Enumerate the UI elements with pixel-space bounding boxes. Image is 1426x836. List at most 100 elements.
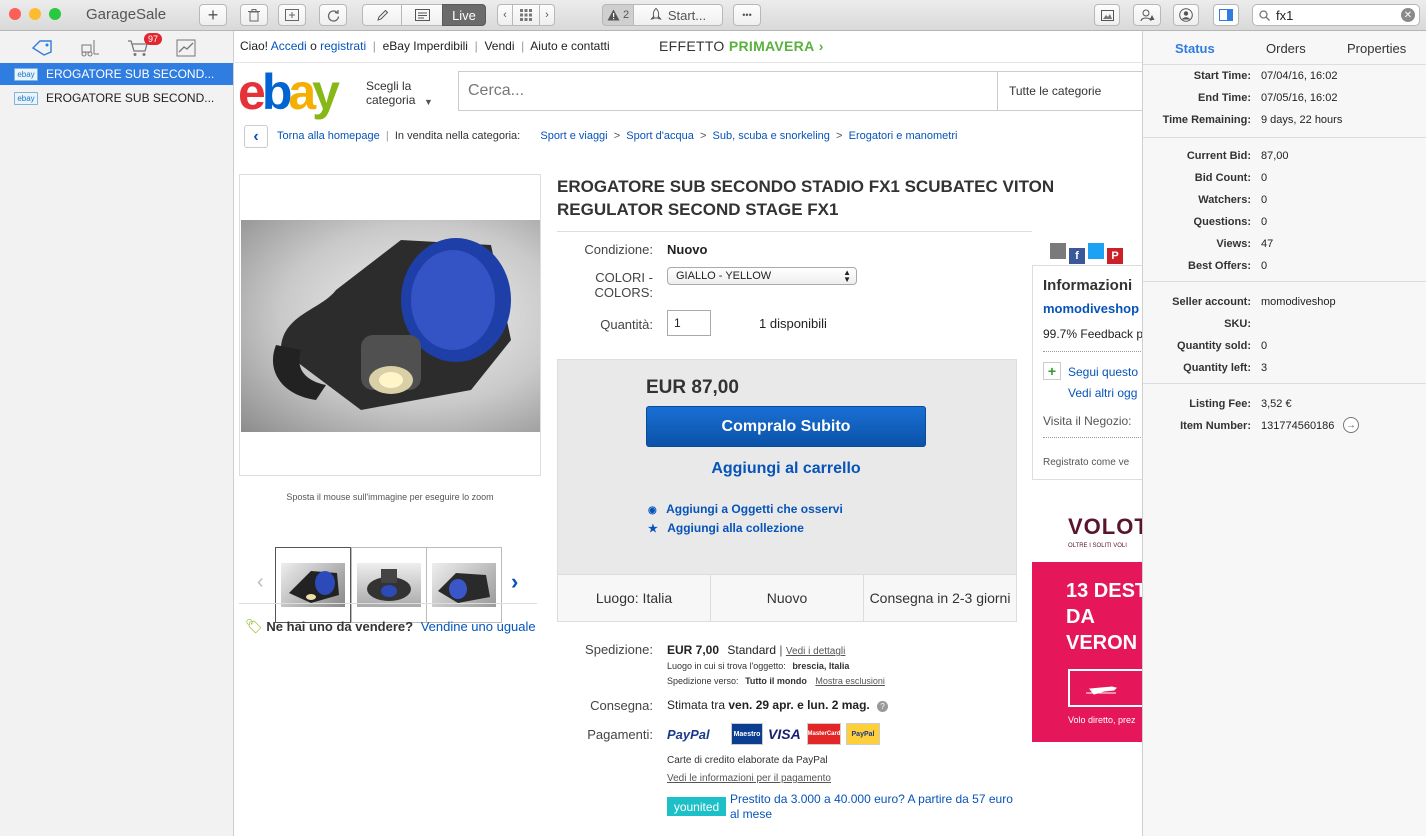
image-thumbnail[interactable] <box>426 547 502 623</box>
seller-info-box: Informazioni momodiveshop 99.7% Feedback… <box>1032 265 1142 480</box>
volotea-ad[interactable]: VOLOTE OLTRE I SOLITI VOLI 13 DESTI DA V… <box>1032 492 1142 742</box>
search-icon <box>1259 9 1270 21</box>
status-label: Seller account: <box>1172 296 1251 308</box>
preview-button[interactable] <box>401 4 443 26</box>
account-button[interactable] <box>1173 4 1199 26</box>
follow-plus-icon[interactable]: + <box>1043 362 1061 380</box>
start-button[interactable]: Start... <box>633 4 723 26</box>
duplicate-button[interactable] <box>278 4 306 26</box>
edit-button[interactable] <box>362 4 402 26</box>
listing-title: EROGATORE SUB SECOND... <box>46 67 215 81</box>
shipping-button[interactable] <box>1133 4 1161 26</box>
category-chooser[interactable]: Scegli la categoria ▼ <box>366 79 444 107</box>
more-button[interactable]: ••• <box>733 4 761 26</box>
breadcrumb-item[interactable]: Sport e viaggi <box>540 130 607 142</box>
airplane-icon <box>1086 686 1117 695</box>
warnings-count: 2 <box>622 9 630 21</box>
twitter-icon[interactable] <box>1088 243 1104 259</box>
location-row: Luogo in cui si trova l'oggetto: brescia… <box>667 661 849 671</box>
ebay-logo[interactable]: ebay <box>238 64 340 120</box>
refresh-button[interactable] <box>319 4 347 26</box>
register-link[interactable]: registrati <box>320 39 366 53</box>
breadcrumb-item[interactable]: Sport d'acqua <box>626 130 694 142</box>
ad-cta[interactable] <box>1068 669 1142 707</box>
follow-link[interactable]: Segui questo <box>1068 365 1138 379</box>
shipping-details-link[interactable]: Vedi i dettagli <box>786 646 846 657</box>
loan-link[interactable]: Prestito da 3.000 a 40.000 euro? A parti… <box>730 792 1020 822</box>
tab-orders[interactable]: 97 <box>118 33 163 61</box>
back-home-link[interactable]: Torna alla homepage <box>277 130 380 142</box>
image-thumbnail[interactable] <box>351 547 427 623</box>
status-row: SKU: <box>1143 313 1426 335</box>
deals-link[interactable]: eBay Imperdibili <box>383 39 468 53</box>
category-select[interactable]: Tutte le categorie <box>1009 84 1101 98</box>
seller-name-link[interactable]: momodiveshop <box>1043 301 1139 316</box>
breadcrumb-item[interactable]: Sub, scuba e snorkeling <box>713 130 830 142</box>
facebook-icon[interactable]: f <box>1069 248 1085 264</box>
sell-link[interactable]: Vendi <box>484 39 514 53</box>
open-item-button[interactable]: → <box>1343 417 1359 433</box>
help-icon[interactable]: ? <box>877 701 889 712</box>
collection-link-label: Aggiungi alla collezione <box>667 521 804 535</box>
live-view-button[interactable]: Live <box>442 4 486 26</box>
ad-tagline: OLTRE I SOLITI VOLI <box>1068 543 1127 549</box>
minimize-window-button[interactable] <box>29 8 41 20</box>
search-field[interactable]: fx1 ✕ <box>1252 4 1420 26</box>
tab-statistics[interactable] <box>166 35 206 61</box>
regulator-image <box>272 238 511 410</box>
listing-item[interactable]: ebay EROGATORE SUB SECOND... <box>0 63 233 85</box>
ebay-search-input[interactable]: Cerca... <box>468 82 524 100</box>
prev-view-button[interactable]: ‹ <box>497 4 513 26</box>
watch-link[interactable]: ◉ Aggiungi a Oggetti che osservi <box>648 502 843 516</box>
status-row: Time Remaining: 9 days, 22 hours <box>1143 109 1426 131</box>
tab-properties[interactable]: Properties <box>1347 41 1406 56</box>
pinterest-icon[interactable]: P <box>1107 248 1123 264</box>
item-image-frame[interactable] <box>239 174 541 476</box>
back-button[interactable]: ‹ <box>244 125 268 148</box>
image-thumbnail[interactable] <box>275 547 351 623</box>
listing-item[interactable]: ebay EROGATORE SUB SECOND... <box>0 87 233 109</box>
grid-view-button[interactable] <box>512 4 540 26</box>
breadcrumb-item[interactable]: Erogatori e manometri <box>849 130 958 142</box>
help-link[interactable]: Aiuto e contatti <box>530 39 609 53</box>
tab-listings[interactable] <box>22 35 62 61</box>
prev-image-button[interactable]: ‹ <box>257 571 264 594</box>
breadcrumb-separator: > <box>610 130 624 142</box>
tab-orders[interactable]: Orders <box>1266 41 1306 56</box>
quantity-input[interactable]: 1 <box>667 310 711 336</box>
next-image-button[interactable]: › <box>511 569 518 595</box>
status-row: Start Time: 07/04/16, 16:02 <box>1143 65 1426 87</box>
delivery-text-a: Stimata tra <box>667 698 726 712</box>
email-icon[interactable] <box>1050 243 1066 259</box>
close-window-button[interactable] <box>9 8 21 20</box>
colors-select[interactable]: GIALLO - YELLOW ▲ ▼ <box>667 267 857 285</box>
next-view-button[interactable]: › <box>539 4 555 26</box>
images-button[interactable] <box>1094 4 1120 26</box>
clear-search-icon[interactable]: ✕ <box>1401 8 1415 22</box>
zoom-window-button[interactable] <box>49 8 61 20</box>
payment-info-link[interactable]: Vedi le informazioni per il pagamento <box>667 773 831 784</box>
status-label: Time Remaining: <box>1162 114 1251 126</box>
condition-value: Nuovo <box>667 242 708 257</box>
collection-link[interactable]: ★ Aggiungi alla collezione <box>648 521 804 535</box>
warnings-button[interactable]: 2 <box>602 4 634 26</box>
tab-status[interactable]: Status <box>1175 41 1215 56</box>
search-input[interactable]: fx1 <box>1276 8 1293 23</box>
ebay-icon: ebay <box>14 91 38 105</box>
inspector-toggle-button[interactable] <box>1213 4 1239 26</box>
promo-text-b: PRIMAVERA <box>728 38 815 54</box>
delete-button[interactable] <box>240 4 268 26</box>
item-title: EROGATORE SUB SECONDO STADIO FX1 SCUBATE… <box>557 177 1055 219</box>
see-other-items-link[interactable]: Vedi altri ogg <box>1068 386 1137 400</box>
promo-banner[interactable]: EFFETTO PRIMAVERA › <box>659 38 824 54</box>
tab-inventory[interactable] <box>70 35 110 61</box>
buy-now-button[interactable]: Compralo Subito <box>646 406 926 447</box>
signin-link[interactable]: Accedi <box>271 39 307 53</box>
status-value: 0 <box>1261 172 1268 184</box>
exclusions-link[interactable]: Mostra esclusioni <box>815 676 885 686</box>
add-to-cart-button[interactable]: Aggiungi al carrello <box>646 460 926 478</box>
divider <box>1143 281 1426 282</box>
add-listing-button[interactable]: + <box>199 4 227 26</box>
sell-similar-link[interactable]: Vendine uno uguale <box>421 619 536 634</box>
divider: | <box>517 39 528 53</box>
